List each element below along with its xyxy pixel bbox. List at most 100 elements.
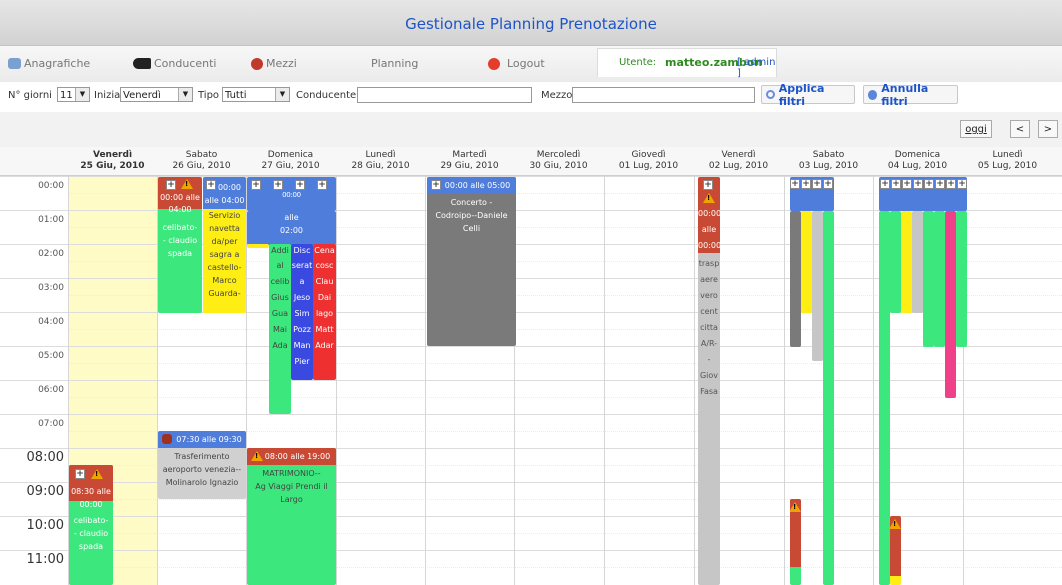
add-icon[interactable]: + bbox=[924, 179, 934, 189]
day-date: 02 Lug, 2010 bbox=[708, 161, 769, 171]
event-text: navetta bbox=[209, 224, 240, 233]
column-line bbox=[873, 176, 874, 585]
mezzo-input[interactable] bbox=[572, 87, 755, 103]
mezzo-value bbox=[573, 95, 575, 106]
event-disco-serata[interactable]: Disc serat a Jeso Sim Pozz Man Pier bbox=[291, 244, 313, 380]
prev-button[interactable]: < bbox=[1010, 120, 1030, 138]
event-sun04-col2[interactable] bbox=[890, 211, 901, 313]
add-icon[interactable]: + bbox=[946, 179, 956, 189]
event-text: cent bbox=[700, 307, 718, 316]
event-sun04-late[interactable] bbox=[890, 516, 901, 585]
event-celibato-saturday[interactable]: + 00:00 alle 04:00 celibato- - claudio s… bbox=[158, 177, 202, 313]
day-date: 04 Lug, 2010 bbox=[887, 161, 948, 171]
ngiorni-select[interactable]: 11 ▼ bbox=[57, 87, 90, 102]
add-icon[interactable]: + bbox=[913, 179, 923, 189]
event-sun04-col8[interactable] bbox=[956, 211, 967, 347]
day-name: Mercoledì bbox=[536, 150, 581, 160]
tipo-value: Tutti bbox=[225, 90, 247, 101]
add-icon[interactable]: + bbox=[703, 180, 713, 190]
day-header: Mercoledì 30 Giu, 2010 bbox=[514, 147, 603, 172]
event-text: Giov bbox=[699, 371, 719, 380]
today-button[interactable]: oggi bbox=[960, 120, 992, 138]
ngiorni-value: 11 bbox=[60, 90, 73, 101]
add-icon[interactable]: + bbox=[166, 180, 176, 190]
user-label: Utente: bbox=[619, 57, 657, 68]
event-text: Ada bbox=[272, 341, 288, 350]
user-role-link[interactable]: [ admin ] bbox=[737, 57, 776, 79]
conducente-label: Conducente bbox=[296, 90, 357, 101]
event-text: Sim bbox=[294, 309, 310, 318]
day-name: Sabato bbox=[185, 150, 218, 160]
event-sat03-col3[interactable] bbox=[812, 211, 823, 361]
day-date: 29 Giu, 2010 bbox=[440, 161, 499, 171]
event-sun04-col5[interactable] bbox=[923, 211, 934, 347]
event-sun04-col1[interactable] bbox=[879, 211, 890, 585]
add-icon[interactable]: + bbox=[957, 179, 967, 189]
warning-icon bbox=[181, 179, 193, 189]
event-cena-lago[interactable]: Cena cosc Clau Dai lago Matt Adar bbox=[313, 244, 336, 380]
apply-filters-button[interactable]: Applica filtri bbox=[761, 82, 855, 108]
hour-label: 04:00 bbox=[38, 317, 64, 327]
calendar-grid: 00:00 01:00 02:00 03:00 04:00 05:00 06:0… bbox=[0, 176, 1062, 585]
add-icon[interactable]: + bbox=[880, 179, 890, 189]
add-icon[interactable]: + bbox=[790, 179, 800, 189]
event-sat03-col1[interactable] bbox=[790, 211, 801, 347]
event-text: aere bbox=[700, 275, 718, 284]
add-icon[interactable]: + bbox=[902, 179, 912, 189]
add-icon[interactable]: + bbox=[891, 179, 901, 189]
event-trasporto-friday2[interactable]: + 00:00 alle 00:00 trasp aere vero cent … bbox=[698, 177, 720, 585]
reset-icon bbox=[868, 89, 878, 100]
add-icon[interactable]: + bbox=[823, 179, 833, 189]
event-time: alle bbox=[701, 225, 717, 234]
event-text: Guarda- bbox=[208, 289, 241, 298]
event-servizio-navetta[interactable]: + 00:00 alle 04:00 Servizio navetta da/p… bbox=[203, 177, 246, 313]
event-time: 00:00 bbox=[698, 209, 720, 218]
tipo-select[interactable]: Tutti ▼ bbox=[222, 87, 290, 102]
event-sun04-col3[interactable] bbox=[901, 211, 912, 313]
day-name: Lunedì bbox=[365, 150, 396, 160]
power-icon bbox=[488, 57, 500, 70]
event-matrimonio[interactable]: 08:00 alle 19:00 MATRIMONIO-- Ag Viaggi … bbox=[247, 448, 336, 585]
event-time: 08:00 alle 19:00 bbox=[264, 452, 331, 461]
event-text: Codroipo--Daniele bbox=[435, 211, 508, 220]
conducente-input[interactable] bbox=[357, 87, 532, 103]
event-time: alle 04:00 bbox=[204, 196, 245, 205]
add-icon[interactable]: + bbox=[812, 179, 822, 189]
add-icon[interactable]: + bbox=[935, 179, 945, 189]
half-hour-line bbox=[68, 363, 1062, 364]
event-sat03-col2[interactable] bbox=[801, 211, 812, 313]
next-button[interactable]: > bbox=[1038, 120, 1058, 138]
event-sat03-late[interactable] bbox=[790, 499, 801, 585]
filters-bar: N° giorni 11 ▼ Inizia Venerdì ▼ Tipo Tutti… bbox=[0, 82, 1062, 110]
day-header: Lunedì 28 Giu, 2010 bbox=[336, 147, 425, 172]
hour-line bbox=[0, 346, 1062, 347]
event-sun04-col6[interactable] bbox=[934, 211, 945, 347]
event-text: aeroporto venezia-- bbox=[162, 465, 242, 474]
add-icon[interactable]: + bbox=[75, 469, 85, 479]
day-header: Venerdì 25 Giu, 2010 bbox=[68, 147, 157, 172]
event-text: spada bbox=[167, 249, 193, 258]
event-text: Servizio bbox=[208, 211, 241, 220]
add-icon[interactable]: + bbox=[801, 179, 811, 189]
inizia-select[interactable]: Venerdì ▼ bbox=[120, 87, 193, 102]
cancel-filters-button[interactable]: Annulla filtri bbox=[863, 82, 958, 108]
menu-anagrafiche[interactable]: Anagrafiche bbox=[8, 57, 90, 70]
event-concerto[interactable]: + 00:00 alle 05:00 Concerto - Codroipo--… bbox=[427, 177, 516, 346]
event-trasferimento[interactable]: 07:30 alle 09:30 Trasferimento aeroporto… bbox=[158, 431, 246, 499]
menu-planning[interactable]: Planning bbox=[371, 57, 418, 70]
event-celibato-friday[interactable]: + 08:30 alle 00:00 celibato- - claudio s… bbox=[69, 465, 113, 585]
event-cena-strip[interactable] bbox=[247, 244, 269, 248]
warning-icon bbox=[91, 469, 103, 479]
event-sun04-col7[interactable] bbox=[945, 211, 956, 398]
menu-mezzi[interactable]: Mezzi bbox=[251, 57, 297, 70]
half-hour-line bbox=[68, 533, 1062, 534]
day-header: Sabato 26 Giu, 2010 bbox=[157, 147, 246, 172]
event-text: citta bbox=[700, 323, 718, 332]
menu-conducenti[interactable]: Conducenti bbox=[133, 57, 217, 70]
event-addio-celibato[interactable]: Addi al celib Gius Gua Mai Ada bbox=[269, 244, 291, 414]
menu-logout[interactable]: Logout bbox=[488, 57, 545, 70]
event-sat03-col4[interactable] bbox=[823, 211, 834, 585]
cancel-filters-label: Annulla filtri bbox=[881, 81, 929, 108]
day-date: 30 Giu, 2010 bbox=[529, 161, 588, 171]
event-sun04-col4[interactable] bbox=[912, 211, 923, 313]
